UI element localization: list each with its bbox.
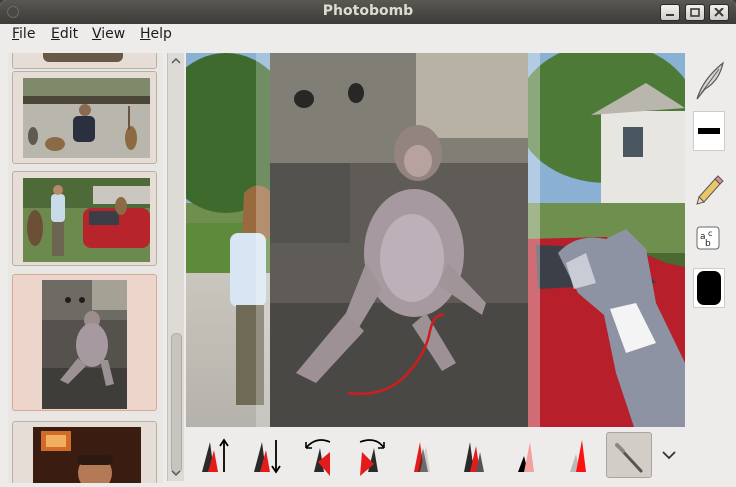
flip-horizontal-icon bbox=[414, 442, 430, 472]
darken-icon bbox=[518, 442, 534, 472]
raise-layer-icon bbox=[202, 438, 229, 472]
maximize-icon bbox=[690, 8, 700, 17]
rotate-left-icon bbox=[305, 439, 331, 476]
lighten-button[interactable] bbox=[560, 432, 606, 478]
menu-edit[interactable]: Edit bbox=[51, 26, 78, 42]
feather-icon bbox=[696, 61, 724, 100]
menu-file[interactable]: File bbox=[12, 26, 35, 42]
svg-text:b: b bbox=[705, 239, 711, 249]
brush-tool-button[interactable] bbox=[606, 432, 652, 478]
scroll-up-icon[interactable] bbox=[171, 57, 181, 65]
svg-text:c: c bbox=[708, 229, 712, 238]
bottom-toolbar bbox=[186, 428, 685, 483]
flip-vertical-button[interactable] bbox=[456, 432, 502, 478]
text-tool[interactable]: a c b bbox=[693, 221, 725, 261]
canvas-image bbox=[186, 53, 685, 427]
title-bar: Photobomb bbox=[0, 0, 736, 24]
app-window: Photobomb File Edit View Help a c b bbox=[0, 0, 736, 487]
image-gallery bbox=[8, 53, 163, 483]
thumbnail-partial-top[interactable] bbox=[12, 53, 157, 69]
flip-vertical-icon bbox=[464, 442, 484, 472]
rotate-right-button[interactable] bbox=[352, 432, 398, 478]
menu-bar: File Edit View Help bbox=[0, 24, 736, 46]
menu-view[interactable]: View bbox=[92, 26, 125, 42]
close-icon bbox=[714, 8, 724, 17]
rotate-right-icon bbox=[359, 439, 385, 476]
text-abc-icon: a c b bbox=[696, 226, 720, 250]
flip-horizontal-button[interactable] bbox=[404, 432, 450, 478]
thumbnail-image bbox=[43, 53, 123, 62]
brush-tool-icon bbox=[615, 443, 643, 473]
feather-tool[interactable] bbox=[693, 57, 725, 100]
chevron-down-icon bbox=[662, 451, 676, 460]
scroll-down-icon[interactable] bbox=[171, 469, 181, 477]
rotate-left-button[interactable] bbox=[300, 432, 346, 478]
thumbnail-image bbox=[42, 280, 127, 409]
minimize-icon bbox=[666, 14, 674, 16]
thumbnail-image bbox=[33, 427, 141, 483]
lower-layer-button[interactable] bbox=[248, 432, 294, 478]
line-width-icon bbox=[698, 128, 720, 134]
color-swatch-button[interactable] bbox=[693, 268, 725, 308]
more-tools-button[interactable] bbox=[659, 445, 679, 465]
lighten-icon bbox=[570, 440, 586, 472]
line-width-tool[interactable] bbox=[693, 111, 725, 151]
menu-help[interactable]: Help bbox=[140, 26, 172, 42]
lower-layer-icon bbox=[254, 440, 281, 474]
close-button[interactable] bbox=[709, 4, 729, 21]
thumbnail-woman-monkey-car[interactable] bbox=[12, 171, 157, 266]
darken-button[interactable] bbox=[508, 432, 554, 478]
color-swatch-icon bbox=[697, 271, 721, 305]
window-title: Photobomb bbox=[322, 3, 414, 19]
thumbnail-man-portrait[interactable] bbox=[12, 421, 157, 483]
scrollbar-thumb[interactable] bbox=[171, 333, 182, 473]
thumbnail-monkey-on-stone[interactable] bbox=[12, 274, 157, 411]
minimize-button[interactable] bbox=[660, 4, 680, 21]
pencil-tool[interactable] bbox=[693, 169, 725, 209]
thumbnail-image bbox=[23, 78, 150, 158]
maximize-button[interactable] bbox=[685, 4, 705, 21]
editing-canvas[interactable] bbox=[186, 53, 685, 427]
thumbnail-image bbox=[23, 178, 150, 262]
thumbnail-man-with-monkeys[interactable] bbox=[12, 71, 157, 164]
gallery-scrollbar[interactable] bbox=[167, 53, 184, 481]
right-toolbar: a c b bbox=[690, 53, 730, 433]
pencil-icon bbox=[696, 175, 724, 205]
raise-layer-button[interactable] bbox=[196, 432, 242, 478]
